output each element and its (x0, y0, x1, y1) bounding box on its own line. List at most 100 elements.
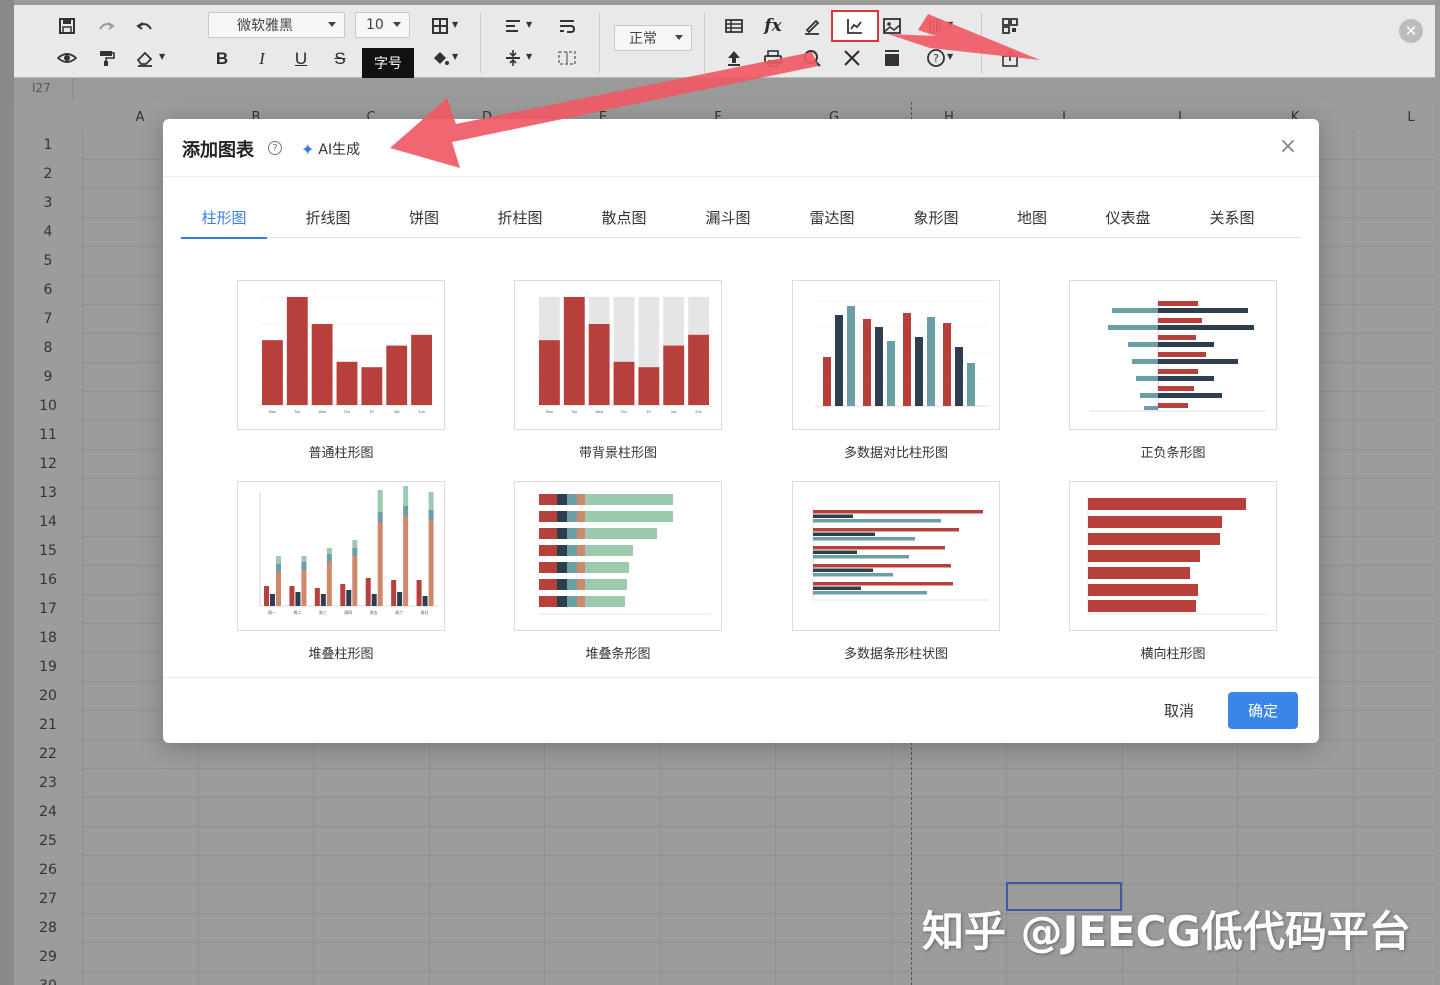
sign-icon[interactable] (797, 13, 827, 39)
dialog-close-icon[interactable]: × (1277, 136, 1299, 158)
row-header-18[interactable]: 18 (14, 630, 82, 646)
row-header-3[interactable]: 3 (14, 195, 82, 211)
qrcode-icon[interactable] (995, 13, 1025, 39)
tab-gauge-chart[interactable]: 仪表盘 (1085, 207, 1171, 228)
row-header-16[interactable]: 16 (14, 572, 82, 588)
fill-color-icon[interactable] (425, 45, 455, 71)
row-header-19[interactable]: 19 (14, 659, 82, 675)
strikethrough-icon[interactable]: S (325, 45, 355, 71)
ai-generate-button[interactable]: ✦ AI生成 (301, 139, 360, 159)
tab-pie-chart[interactable]: 饼图 (381, 207, 467, 228)
chart-option-stacked-bar[interactable]: 堆叠条形图 (514, 481, 722, 662)
row-header-4[interactable]: 4 (14, 224, 82, 240)
align-icon[interactable] (498, 13, 528, 39)
chart-option-multi-horizontal-bar[interactable]: 多数据条形柱状图 (792, 481, 1000, 662)
row-header-5[interactable]: 5 (14, 253, 82, 269)
print-icon[interactable] (758, 45, 788, 71)
row-header-8[interactable]: 8 (14, 340, 82, 356)
valign-dropdown-icon[interactable]: ▼ (526, 52, 532, 61)
row-header-28[interactable]: 28 (14, 920, 82, 936)
help-dropdown-icon[interactable]: ▼ (947, 52, 953, 61)
fill-dropdown-icon[interactable]: ▼ (452, 52, 458, 61)
tab-line-chart[interactable]: 折线图 (285, 207, 371, 228)
save-icon[interactable] (52, 13, 82, 39)
row-header-22[interactable]: 22 (14, 746, 82, 762)
upload-icon[interactable] (719, 45, 749, 71)
row-header-10[interactable]: 10 (14, 398, 82, 414)
row-header-30[interactable]: 30 (14, 978, 82, 985)
close-icon[interactable]: ✕ (1399, 19, 1423, 43)
formula-bar[interactable] (72, 78, 1435, 100)
tick-label: Thu (343, 410, 351, 414)
image-icon[interactable] (877, 13, 907, 39)
italic-icon[interactable]: I (247, 45, 277, 71)
row-header-6[interactable]: 6 (14, 282, 82, 298)
row-header-27[interactable]: 27 (14, 891, 82, 907)
cancel-button[interactable]: 取消 (1149, 692, 1209, 728)
redo-icon[interactable] (91, 13, 121, 39)
table-icon[interactable] (719, 13, 749, 39)
row-header-23[interactable]: 23 (14, 775, 82, 791)
tab-graph-chart[interactable]: 关系图 (1189, 207, 1275, 228)
tab-map-chart[interactable]: 地图 (989, 207, 1075, 228)
row-header-17[interactable]: 17 (14, 601, 82, 617)
row-header-21[interactable]: 21 (14, 717, 82, 733)
tab-bar-chart[interactable]: 柱形图 (181, 207, 267, 239)
chart-option-basic-bar[interactable]: Mon Tue Wed Thu Fri Sat Sun 普通柱形图 (237, 280, 445, 461)
report-icon[interactable] (877, 45, 907, 71)
preview-icon[interactable] (52, 45, 82, 71)
row-header-12[interactable]: 12 (14, 456, 82, 472)
chart-option-stacked-column[interactable]: 周一 周二 周三 周四 周五 周六 周日 堆叠柱形图 (237, 481, 445, 662)
row-header-29[interactable]: 29 (14, 949, 82, 965)
bar-segment (377, 522, 383, 546)
merge-icon[interactable] (552, 45, 582, 71)
row-header-9[interactable]: 9 (14, 369, 82, 385)
valign-icon[interactable] (498, 45, 528, 71)
row-header-11[interactable]: 11 (14, 427, 82, 443)
chart-option-positive-negative-bar[interactable]: 正负条形图 (1069, 280, 1277, 461)
tick-label: 周四 (344, 609, 352, 615)
row-header-26[interactable]: 26 (14, 862, 82, 878)
row-header-1[interactable]: 1 (14, 137, 82, 153)
export-icon[interactable] (995, 45, 1025, 71)
underline-icon[interactable]: U (286, 45, 316, 71)
row-header-2[interactable]: 2 (14, 166, 82, 182)
eraser-dropdown-icon[interactable]: ▼ (159, 52, 165, 61)
font-size-select[interactable]: 10 (355, 12, 410, 38)
tab-pictorial-chart[interactable]: 象形图 (893, 207, 979, 228)
col-header-a[interactable]: A (130, 110, 150, 125)
tab-radar-chart[interactable]: 雷达图 (789, 207, 875, 228)
row-header-24[interactable]: 24 (14, 804, 82, 820)
row-header-20[interactable]: 20 (14, 688, 82, 704)
row-header-15[interactable]: 15 (14, 543, 82, 559)
col-header-l[interactable]: L (1401, 110, 1421, 125)
style-select[interactable]: 正常 (614, 25, 692, 51)
row-header-14[interactable]: 14 (14, 514, 82, 530)
border-icon[interactable] (425, 13, 455, 39)
formula-icon[interactable]: fx (758, 13, 788, 39)
chart-option-background-bar[interactable]: Mon Tue Wed Thu Fri Sat Sun 带背景柱形图 (514, 280, 722, 461)
row-header-25[interactable]: 25 (14, 833, 82, 849)
search-icon[interactable] (797, 45, 827, 71)
row-header-7[interactable]: 7 (14, 311, 82, 327)
barcode-dropdown-icon[interactable]: ▼ (947, 20, 953, 29)
wrap-icon[interactable] (552, 13, 582, 39)
question-icon[interactable]: ? (268, 141, 282, 155)
border-dropdown-icon[interactable]: ▼ (452, 20, 458, 29)
bold-icon[interactable]: B (207, 45, 237, 71)
undo-icon[interactable] (130, 13, 160, 39)
row-header-13[interactable]: 13 (14, 485, 82, 501)
cell-reference[interactable]: I27 (14, 78, 72, 100)
tab-scatter-chart[interactable]: 散点图 (581, 207, 667, 228)
tools-icon[interactable] (837, 45, 867, 71)
align-dropdown-icon[interactable]: ▼ (526, 20, 532, 29)
chart-option-multi-compare-bar[interactable]: 多数据对比柱形图 (792, 280, 1000, 461)
eraser-icon[interactable] (130, 45, 160, 71)
font-family-select[interactable]: 微软雅黑 (208, 12, 345, 38)
tab-bar-line-chart[interactable]: 折柱图 (477, 207, 563, 228)
chart-option-horizontal-bar[interactable]: 横向柱形图 (1069, 481, 1277, 662)
chart-icon[interactable] (831, 10, 879, 42)
confirm-button[interactable]: 确定 (1228, 692, 1298, 729)
format-painter-icon[interactable] (91, 45, 121, 71)
tab-funnel-chart[interactable]: 漏斗图 (685, 207, 771, 228)
